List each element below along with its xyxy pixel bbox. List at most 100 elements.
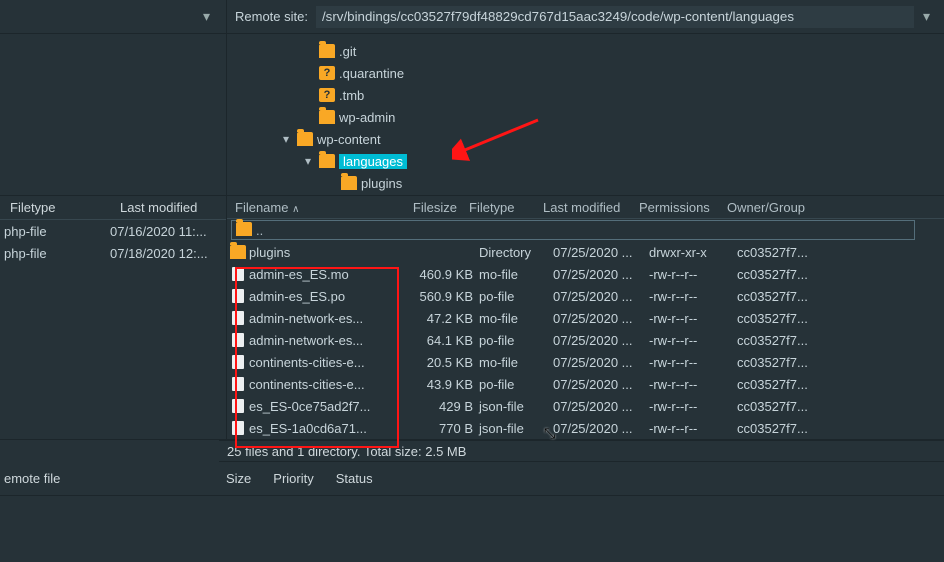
cell-modified: 07/25/2020 ...: [553, 311, 649, 326]
file-icon: [232, 311, 244, 325]
col-filename[interactable]: Filename ∧: [227, 200, 401, 215]
chevron-down-icon[interactable]: ▾: [915, 8, 938, 25]
col-filetype[interactable]: Filetype: [463, 200, 537, 215]
remote-site-label: Remote site:: [227, 9, 316, 24]
tree-item[interactable]: ▾ languages: [227, 150, 407, 172]
unknown-folder-icon: ?: [319, 66, 335, 80]
remote-tree-panel[interactable]: .git?.quarantine?.tmbwp-admin▾wp-content…: [227, 34, 407, 195]
cell-owner: cc03527f7...: [737, 333, 827, 348]
cell-owner: cc03527f7...: [737, 355, 827, 370]
file-icon: [232, 289, 244, 303]
cell-modified: 07/25/2020 ...: [553, 399, 649, 414]
cell-owner: cc03527f7...: [737, 289, 827, 304]
tree-item[interactable]: ▾ wp-content: [227, 128, 407, 150]
col-last-modified[interactable]: Last modified: [114, 200, 203, 215]
col-size[interactable]: Size: [226, 471, 251, 486]
cell-filetype: json-file: [479, 399, 553, 414]
cell-modified: 07/25/2020 ...: [553, 267, 649, 282]
col-remote-file[interactable]: emote file: [4, 471, 204, 486]
cell-filetype: mo-file: [479, 267, 553, 282]
col-owner-group[interactable]: Owner/Group: [721, 200, 811, 215]
updir-label: ..: [256, 223, 263, 238]
col-status[interactable]: Status: [336, 471, 373, 486]
list-item[interactable]: php-file07/16/2020 11:...: [0, 220, 226, 242]
folder-icon: [341, 176, 357, 190]
local-tree-panel[interactable]: [0, 34, 227, 195]
cell-filesize: 429 B: [401, 399, 479, 414]
table-row[interactable]: admin-es_ES.po560.9 KBpo-file07/25/2020 …: [227, 285, 944, 307]
table-row[interactable]: admin-network-es...64.1 KBpo-file07/25/2…: [227, 329, 944, 351]
cell-filename: admin-es_ES.po: [249, 289, 401, 304]
table-row[interactable]: es_ES-1a0cd6a71...770 Bjson-file07/25/20…: [227, 417, 944, 439]
remote-site-bar: ▾ Remote site: ▾: [0, 0, 944, 34]
folder-icon: [319, 154, 335, 168]
col-permissions[interactable]: Permissions: [633, 200, 721, 215]
cell-permissions: -rw-r--r--: [649, 267, 737, 282]
local-site-dropdown[interactable]: ▾: [0, 0, 227, 33]
parent-directory-row[interactable]: ..: [231, 220, 915, 240]
tree-item-label: wp-content: [317, 132, 381, 147]
tree-item[interactable]: plugins: [227, 172, 407, 194]
cell-owner: cc03527f7...: [737, 377, 827, 392]
remote-file-list[interactable]: Filename ∧ Filesize Filetype Last modifi…: [227, 196, 944, 439]
table-row[interactable]: admin-network-es...47.2 KBmo-file07/25/2…: [227, 307, 944, 329]
cell-owner: cc03527f7...: [737, 311, 827, 326]
file-icon: [232, 421, 244, 435]
cell-modified: 07/16/2020 11:...: [110, 224, 226, 239]
file-icon: [232, 399, 244, 413]
tree-item-label: .git: [339, 44, 356, 59]
table-row[interactable]: admin-es_ES.mo460.9 KBmo-file07/25/2020 …: [227, 263, 944, 285]
cell-permissions: -rw-r--r--: [649, 333, 737, 348]
cell-filename: plugins: [249, 245, 401, 260]
tree-item-label: .tmb: [339, 88, 364, 103]
cell-permissions: -rw-r--r--: [649, 377, 737, 392]
sort-asc-icon: ∧: [292, 204, 299, 215]
cell-filename: admin-network-es...: [249, 311, 401, 326]
cell-modified: 07/25/2020 ...: [553, 377, 649, 392]
chevron-down-icon[interactable]: ▾: [195, 8, 218, 25]
remote-column-headers: Filename ∧ Filesize Filetype Last modifi…: [227, 196, 944, 219]
folder-icon: [297, 132, 313, 146]
cell-filetype: po-file: [479, 377, 553, 392]
folder-icon: [230, 245, 246, 259]
expander-icon[interactable]: ▾: [279, 132, 293, 146]
tree-item-label: wp-admin: [339, 110, 395, 125]
cell-filesize: 43.9 KB: [401, 377, 479, 392]
cell-owner: cc03527f7...: [737, 421, 827, 436]
status-summary: 25 files and 1 directory. Total size: 2.…: [227, 444, 466, 459]
table-row[interactable]: pluginsDirectory07/25/2020 ...drwxr-xr-x…: [227, 241, 944, 263]
cell-filename: continents-cities-e...: [249, 355, 401, 370]
cell-modified: 07/25/2020 ...: [553, 333, 649, 348]
col-last-modified[interactable]: Last modified: [537, 200, 633, 215]
cell-filetype: mo-file: [479, 355, 553, 370]
remote-path-input[interactable]: [316, 6, 914, 28]
list-item[interactable]: php-file07/18/2020 12:...: [0, 242, 226, 264]
col-filetype[interactable]: Filetype: [4, 200, 114, 215]
col-filesize[interactable]: Filesize: [401, 200, 463, 215]
table-row[interactable]: es_ES-0ce75ad2f7...429 Bjson-file07/25/2…: [227, 395, 944, 417]
tree-item[interactable]: ? .tmb: [227, 84, 407, 106]
tree-item-label: languages: [339, 154, 407, 169]
cell-permissions: -rw-r--r--: [649, 399, 737, 414]
col-priority[interactable]: Priority: [273, 471, 313, 486]
local-file-list[interactable]: Filetype Last modified php-file07/16/202…: [0, 196, 227, 439]
tree-item[interactable]: ?.quarantine: [227, 62, 407, 84]
tree-item[interactable]: .git: [227, 40, 407, 62]
table-row[interactable]: continents-cities-e...43.9 KBpo-file07/2…: [227, 373, 944, 395]
cell-permissions: drwxr-xr-x: [649, 245, 737, 260]
cell-filesize: 460.9 KB: [401, 267, 479, 282]
tree-item[interactable]: wp-admin: [227, 106, 407, 128]
expander-icon[interactable]: ▾: [301, 154, 315, 168]
local-column-headers: Filetype Last modified: [0, 196, 226, 220]
unknown-folder-icon: ?: [319, 88, 335, 102]
file-icon: [232, 377, 244, 391]
folder-icon: [319, 44, 335, 58]
cell-filetype: po-file: [479, 289, 553, 304]
cell-permissions: -rw-r--r--: [649, 311, 737, 326]
cell-filename: es_ES-1a0cd6a71...: [249, 421, 401, 436]
transfer-queue-headers: emote file Size Priority Status: [0, 462, 944, 496]
table-row[interactable]: continents-cities-e...20.5 KBmo-file07/2…: [227, 351, 944, 373]
file-icon: [232, 333, 244, 347]
cell-filename: es_ES-0ce75ad2f7...: [249, 399, 401, 414]
tree-item-label: plugins: [361, 176, 402, 191]
